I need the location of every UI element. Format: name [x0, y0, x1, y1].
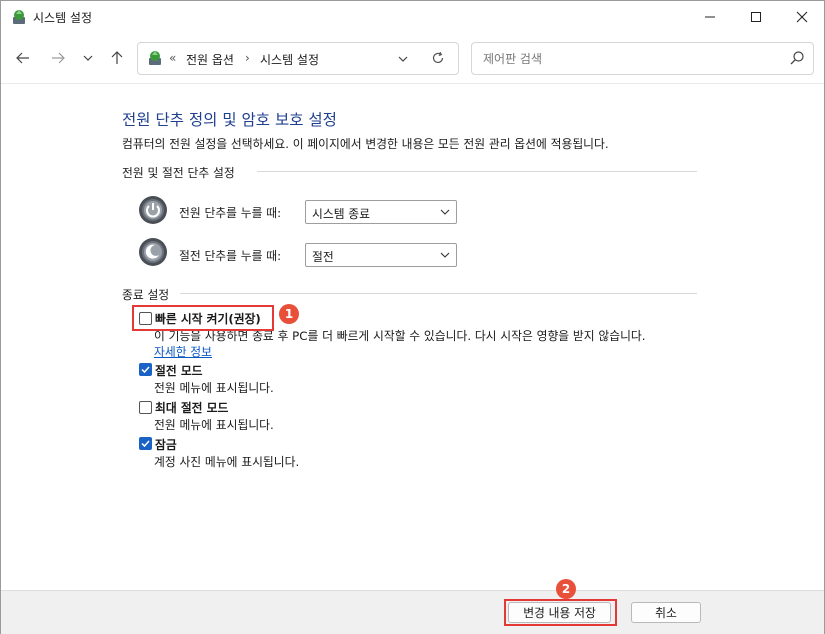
close-icon	[796, 11, 808, 23]
arrow-right-icon	[52, 52, 65, 64]
power-button-select[interactable]: 시스템 종료	[305, 200, 457, 224]
power-button-selected-value: 시스템 종료	[312, 207, 371, 221]
maximize-button[interactable]	[733, 1, 779, 33]
shutdown-section-heading: 종료 설정	[122, 288, 170, 302]
checkmark-icon	[141, 366, 150, 374]
hibernate-description: 전원 메뉴에 표시됩니다.	[154, 418, 274, 432]
up-button[interactable]	[106, 47, 128, 69]
annotation-badge-2: 2	[556, 579, 576, 599]
window-title: 시스템 설정	[33, 11, 93, 25]
arrow-left-icon	[16, 52, 29, 64]
address-dropdown-icon[interactable]	[397, 53, 409, 65]
search-input[interactable]	[481, 49, 775, 69]
minimize-icon	[705, 16, 715, 18]
annotation-highlight-save	[504, 599, 617, 626]
navigation-bar: « 전원 옵션 › 시스템 설정	[1, 33, 824, 84]
search-box	[471, 42, 814, 75]
system-settings-window: 시스템 설정 « 전원 옵션 › 시스템 설정 제어판 검색 전원 단추 정의 …	[0, 0, 825, 634]
power-button-label: 전원 단추를 누를 때:	[179, 206, 282, 220]
section-divider	[257, 171, 697, 172]
sleep-mode-description: 전원 메뉴에 표시됩니다.	[154, 381, 274, 395]
more-info-link[interactable]: 자세한 정보	[154, 343, 212, 360]
sleep-button-selected-value: 절전	[312, 250, 334, 264]
lock-description: 계정 사진 메뉴에 표시됩니다.	[154, 455, 300, 469]
sleep-mode-label[interactable]: 절전 모드	[155, 362, 203, 379]
search-icon[interactable]	[789, 50, 805, 66]
sleep-button-select[interactable]: 절전	[305, 243, 457, 267]
cancel-button[interactable]: 취소	[631, 602, 701, 623]
refresh-icon[interactable]	[431, 51, 445, 65]
forward-button[interactable]	[47, 47, 69, 69]
sleep-mode-checkbox[interactable]	[139, 363, 152, 376]
power-section-heading: 전원 및 절전 단추 설정	[122, 166, 235, 180]
maximize-icon	[751, 12, 761, 22]
lock-checkbox[interactable]	[139, 437, 152, 450]
page-title: 전원 단추 정의 및 암호 보호 설정	[122, 111, 337, 129]
breadcrumb-system-settings[interactable]: 시스템 설정	[260, 51, 319, 68]
sleep-button-icon	[139, 238, 167, 266]
recent-locations-button[interactable]	[77, 47, 99, 69]
breadcrumb-prefix: «	[169, 51, 177, 65]
address-bar[interactable]: « 전원 옵션 › 시스템 설정	[137, 42, 459, 75]
chevron-down-icon	[83, 55, 93, 61]
hibernate-label[interactable]: 최대 절전 모드	[155, 399, 228, 416]
power-button-icon	[139, 196, 167, 224]
sleep-button-label: 절전 단추를 누를 때:	[179, 249, 282, 263]
hibernate-checkbox[interactable]	[139, 401, 152, 414]
breadcrumb-separator: ›	[245, 51, 250, 65]
page-description: 컴퓨터의 전원 설정을 선택하세요. 이 페이지에서 변경한 내용은 모든 전원…	[122, 137, 609, 151]
back-button[interactable]	[12, 47, 34, 69]
power-options-app-icon	[13, 10, 25, 24]
breadcrumb-power-options[interactable]: 전원 옵션	[186, 51, 234, 68]
close-button[interactable]	[779, 1, 825, 33]
chevron-down-icon	[440, 252, 450, 258]
annotation-badge-1: 1	[279, 304, 299, 324]
arrow-up-icon	[111, 51, 123, 64]
power-options-icon	[149, 51, 161, 65]
section-divider	[180, 293, 697, 294]
annotation-highlight-fast-startup	[132, 305, 274, 331]
chevron-down-icon	[440, 209, 450, 215]
title-bar: 시스템 설정	[1, 1, 824, 33]
lock-label[interactable]: 잠금	[155, 436, 177, 453]
minimize-button[interactable]	[687, 1, 733, 33]
checkmark-icon	[141, 440, 150, 448]
